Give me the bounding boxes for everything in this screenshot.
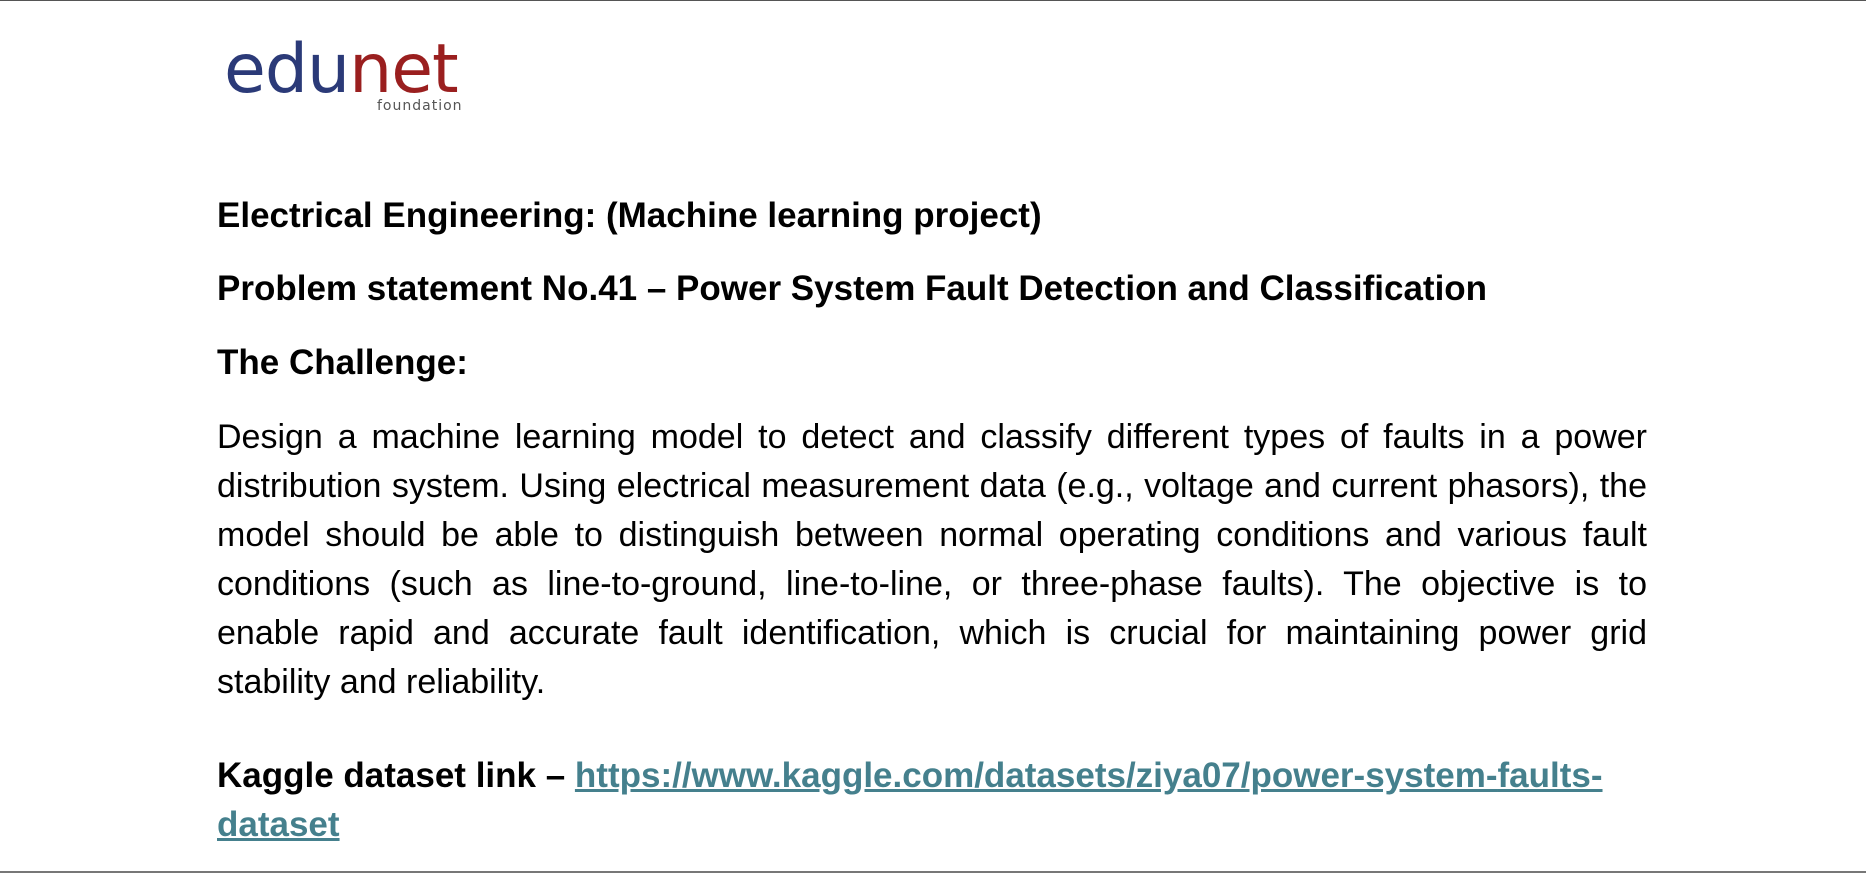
problem-statement-title: Problem statement No.41 – Power System F… — [217, 269, 1488, 308]
edunet-logo: edunet foundation — [224, 30, 484, 120]
challenge-heading: The Challenge: — [217, 343, 468, 382]
top-border — [0, 0, 1866, 1]
kaggle-dataset-line: Kaggle dataset link – https://www.kaggle… — [217, 751, 1647, 849]
section-title: Electrical Engineering: (Machine learnin… — [217, 196, 1042, 235]
logo-subtitle: foundation — [377, 98, 463, 114]
logo-edu-text: edu — [224, 30, 350, 109]
document-body: Electrical Engineering: (Machine learnin… — [217, 196, 1647, 849]
kaggle-label: Kaggle dataset link – — [217, 756, 575, 795]
challenge-description: Design a machine learning model to detec… — [217, 418, 1647, 701]
